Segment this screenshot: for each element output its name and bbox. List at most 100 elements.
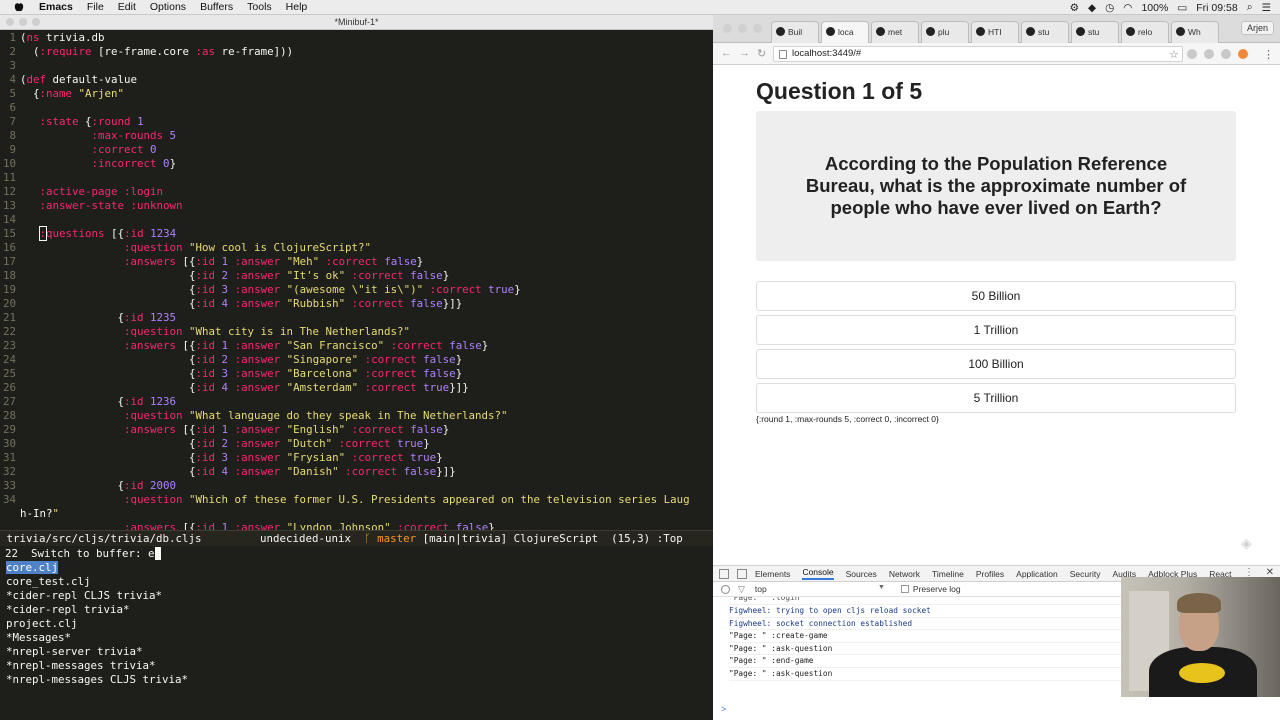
answer-button-4[interactable]: 5 Trillion: [756, 383, 1236, 413]
extension-icon[interactable]: [1204, 49, 1214, 59]
battery-percent[interactable]: 100%: [1141, 2, 1168, 14]
code-line[interactable]: 2 (:require [re-frame.core :as re-frame]…: [0, 45, 293, 59]
browser-tab[interactable]: met: [871, 21, 919, 43]
menu-help[interactable]: Help: [286, 1, 308, 13]
code-line[interactable]: 14: [0, 213, 20, 227]
code-line[interactable]: 21 {:id 1235: [0, 311, 176, 325]
code-line[interactable]: 29 :answers [{:id 1 :answer "English" :c…: [0, 423, 449, 437]
extension-icon[interactable]: [1238, 49, 1248, 59]
code-line[interactable]: 22 :question "What city is in The Nether…: [0, 325, 410, 339]
close-window-button[interactable]: [6, 18, 14, 26]
filter-icon[interactable]: ▽: [738, 584, 745, 595]
code-line[interactable]: 16 :question "How cool is ClojureScript?…: [0, 241, 371, 255]
code-line[interactable]: 9 :correct 0: [0, 143, 156, 157]
minibuffer-input[interactable]: e: [148, 547, 155, 560]
extension-icon[interactable]: [1221, 49, 1231, 59]
menu-app-name[interactable]: Emacs: [39, 1, 73, 13]
code-line[interactable]: 17 :answers [{:id 1 :answer "Meh" :corre…: [0, 255, 423, 269]
code-line[interactable]: 6: [0, 101, 20, 115]
browser-menu-icon[interactable]: ⋮: [1263, 48, 1274, 61]
url-text[interactable]: localhost:3449/#: [792, 48, 861, 59]
extension-icon[interactable]: [1187, 49, 1197, 59]
buffer-candidate[interactable]: *cider-repl CLJS trivia*: [0, 589, 713, 603]
buffer-candidate[interactable]: core_test.clj: [0, 575, 713, 589]
clock[interactable]: Fri 09:58: [1196, 2, 1237, 14]
code-line[interactable]: 3: [0, 59, 20, 73]
code-line[interactable]: 18 {:id 2 :answer "It's ok" :correct fal…: [0, 269, 449, 283]
minibuffer-prompt-line[interactable]: 22 Switch to buffer: e: [0, 547, 713, 561]
back-arrow-icon[interactable]: ←: [721, 47, 732, 59]
browser-tab[interactable]: Buil: [771, 21, 819, 43]
code-line[interactable]: 28 :question "What language do they spea…: [0, 409, 508, 423]
dropbox-icon[interactable]: ◆: [1088, 2, 1096, 14]
devtools-tab-console[interactable]: Console: [802, 567, 834, 580]
code-line[interactable]: 23 :answers [{:id 1 :answer "San Francis…: [0, 339, 488, 353]
url-field[interactable]: localhost:3449/#: [773, 46, 1183, 62]
clear-console-icon[interactable]: [721, 584, 730, 594]
buffer-candidate[interactable]: core.clj: [0, 561, 713, 575]
browser-zoom-button[interactable]: [753, 24, 762, 33]
devtools-tab-application[interactable]: Application: [1016, 569, 1058, 579]
preserve-log-checkbox[interactable]: [900, 585, 909, 593]
code-line[interactable]: 5 {:name "Arjen": [0, 87, 124, 101]
code-line[interactable]: 27 {:id 1236: [0, 395, 176, 409]
code-line[interactable]: 19 {:id 3 :answer "(awesome \"it is\")" …: [0, 283, 521, 297]
menu-tools[interactable]: Tools: [247, 1, 272, 13]
buffer-candidate[interactable]: *nrepl-server trivia*: [0, 645, 713, 659]
reload-icon[interactable]: ↻: [757, 47, 766, 60]
spotlight-icon[interactable]: ⌕: [1247, 1, 1253, 14]
answer-button-3[interactable]: 100 Billion: [756, 349, 1236, 379]
inspect-element-icon[interactable]: [719, 568, 729, 579]
menu-edit[interactable]: Edit: [118, 1, 136, 13]
devtools-tab-elements[interactable]: Elements: [755, 569, 790, 579]
battery-icon[interactable]: ▭: [1177, 2, 1187, 14]
code-line[interactable]: h-In?": [0, 507, 59, 521]
browser-close-button[interactable]: [723, 24, 732, 33]
browser-tab[interactable]: loca: [821, 21, 869, 43]
context-select[interactable]: top ▼: [755, 584, 885, 594]
code-line[interactable]: 11: [0, 171, 20, 185]
code-line[interactable]: 25 {:id 3 :answer "Barcelona" :correct f…: [0, 367, 462, 381]
diamond-icon[interactable]: ◈: [1241, 535, 1252, 552]
code-line[interactable]: :answers [{:id 1 :answer "Lyndon Johnson…: [0, 521, 495, 530]
code-editor[interactable]: 1 (ns trivia.db 2 (:require [re-frame.core…: [0, 30, 713, 530]
browser-tab[interactable]: relo: [1121, 21, 1169, 43]
code-line[interactable]: 24 {:id 2 :answer "Singapore" :correct f…: [0, 353, 462, 367]
code-line[interactable]: 15 :questions [{:id 1234: [0, 226, 176, 241]
gear-icon[interactable]: ⚙: [1070, 2, 1079, 14]
console-prompt[interactable]: >: [721, 704, 726, 714]
minimize-window-button[interactable]: [19, 18, 27, 26]
buffer-candidate[interactable]: *nrepl-messages CLJS trivia*: [0, 673, 713, 687]
menu-options[interactable]: Options: [150, 1, 186, 13]
menu-file[interactable]: File: [87, 1, 104, 13]
code-line[interactable]: 10 :incorrect 0}: [0, 157, 176, 171]
browser-tab[interactable]: stu: [1071, 21, 1119, 43]
code-line[interactable]: 8 :max-rounds 5: [0, 129, 176, 143]
code-line[interactable]: 4 (def default-value: [0, 73, 137, 87]
devtools-tab-profiles[interactable]: Profiles: [976, 569, 1004, 579]
answer-button-2[interactable]: 1 Trillion: [756, 315, 1236, 345]
code-line[interactable]: 26 {:id 4 :answer "Amsterdam" :correct t…: [0, 381, 469, 395]
code-line[interactable]: 13 :answer-state :unknown: [0, 199, 183, 213]
browser-tab[interactable]: stu: [1021, 21, 1069, 43]
devtools-tab-network[interactable]: Network: [889, 569, 920, 579]
code-line[interactable]: 30 {:id 2 :answer "Dutch" :correct true}: [0, 437, 430, 451]
browser-tab[interactable]: Wh: [1171, 21, 1219, 43]
time-machine-icon[interactable]: ◷: [1105, 2, 1114, 14]
code-line[interactable]: 34 :question "Which of these former U.S.…: [0, 493, 690, 507]
buffer-candidate[interactable]: *Messages*: [0, 631, 713, 645]
minibuffer[interactable]: 22 Switch to buffer: e core.clj core_test…: [0, 547, 713, 690]
notification-center-icon[interactable]: ☰: [1262, 2, 1271, 14]
code-line[interactable]: 31 {:id 3 :answer "Frysian" :correct tru…: [0, 451, 443, 465]
device-mode-icon[interactable]: [737, 568, 747, 579]
profile-button[interactable]: Arjen: [1240, 21, 1274, 35]
menu-buffers[interactable]: Buffers: [200, 1, 233, 13]
bookmark-star-icon[interactable]: ☆: [1169, 48, 1179, 61]
code-line[interactable]: 33 {:id 2000: [0, 479, 176, 493]
buffer-candidate[interactable]: project.clj: [0, 617, 713, 631]
browser-tab[interactable]: HTI: [971, 21, 1019, 43]
code-line[interactable]: 32 {:id 4 :answer "Danish" :correct fals…: [0, 465, 456, 479]
browser-tab[interactable]: plu: [921, 21, 969, 43]
buffer-candidate[interactable]: *nrepl-messages trivia*: [0, 659, 713, 673]
answer-button-1[interactable]: 50 Billion: [756, 281, 1236, 311]
